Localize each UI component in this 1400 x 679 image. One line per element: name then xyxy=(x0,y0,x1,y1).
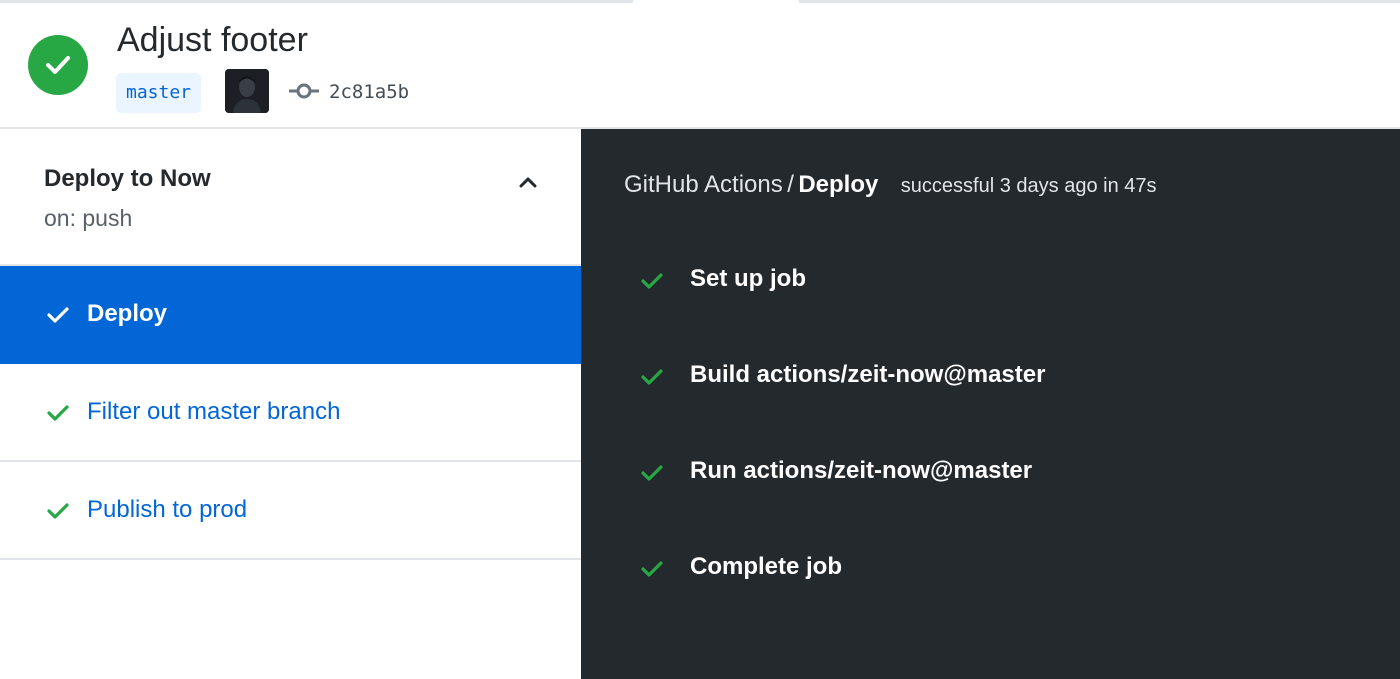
git-commit-icon xyxy=(289,83,319,99)
check-icon xyxy=(47,307,69,323)
step-build-actions[interactable]: Build actions/zeit-now@master xyxy=(640,357,1340,397)
job-detail-panel: GitHub Actions / Deploy successful 3 day… xyxy=(581,129,1400,679)
job-label: Publish to prod xyxy=(87,496,248,523)
step-label: Run actions/zeit-now@master xyxy=(690,457,1033,484)
step-set-up-job[interactable]: Set up job xyxy=(640,261,1340,301)
job-item-deploy[interactable]: Deploy xyxy=(0,266,581,364)
job-label: Filter out master branch xyxy=(87,398,341,425)
check-icon xyxy=(641,273,663,289)
step-run-actions[interactable]: Run actions/zeit-now@master xyxy=(640,453,1340,493)
check-icon xyxy=(641,465,663,481)
avatar-image xyxy=(225,69,269,113)
check-icon xyxy=(641,369,663,385)
workflow-name: Deploy to Now xyxy=(44,165,211,192)
chevron-up-icon[interactable] xyxy=(516,171,540,195)
workflow-header[interactable]: Deploy to Now on: push xyxy=(0,129,581,266)
step-label: Complete job xyxy=(690,553,843,580)
job-status-meta: successful 3 days ago in 47s xyxy=(900,175,1157,197)
job-title: Deploy xyxy=(798,171,879,198)
workflow-trigger: on: push xyxy=(44,205,133,231)
branch-tag[interactable]: master xyxy=(116,73,202,113)
workflow-sidebar: Deploy to Now on: push Deploy Filter out… xyxy=(0,129,581,679)
breadcrumb-separator: / xyxy=(787,171,794,198)
step-complete-job[interactable]: Complete job xyxy=(640,549,1340,589)
job-label: Deploy xyxy=(87,300,168,327)
job-detail-header: GitHub Actions / Deploy successful 3 day… xyxy=(624,171,1157,199)
step-label: Build actions/zeit-now@master xyxy=(690,361,1046,388)
check-icon xyxy=(46,56,70,74)
check-icon xyxy=(641,561,663,577)
job-item-publish-to-prod[interactable]: Publish to prod xyxy=(0,462,581,560)
check-icon xyxy=(47,405,69,421)
run-header: Adjust footer master 2c81a5b xyxy=(0,3,1400,129)
commit-sha-link[interactable]: 2c81a5b xyxy=(329,81,409,103)
step-label: Set up job xyxy=(690,265,806,292)
avatar[interactable] xyxy=(225,69,269,113)
success-status-icon xyxy=(28,35,88,95)
app-name: GitHub Actions xyxy=(624,171,783,198)
run-title: Adjust footer xyxy=(117,21,308,59)
check-icon xyxy=(47,503,69,519)
job-item-filter-out-master-branch[interactable]: Filter out master branch xyxy=(0,364,581,462)
